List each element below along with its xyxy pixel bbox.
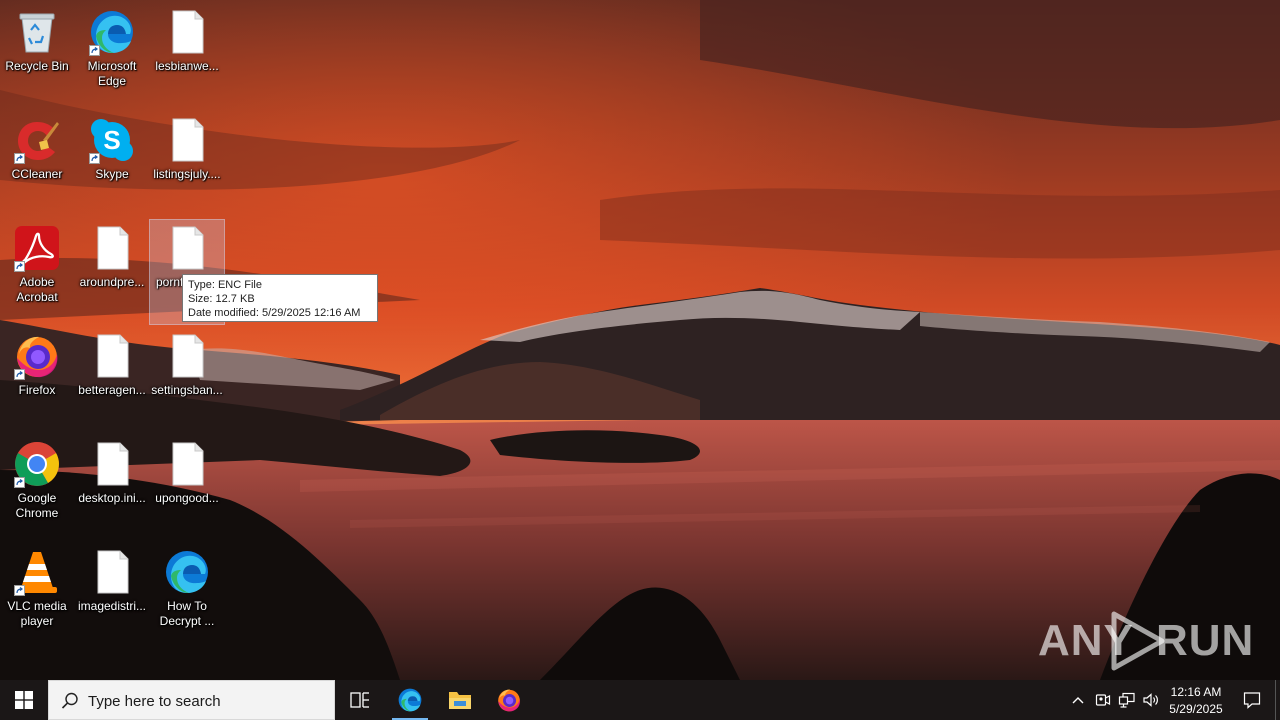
search-icon (61, 692, 78, 709)
tooltip-date-modified: Date modified: 5/29/2025 12:16 AM (188, 307, 361, 319)
file-icon (163, 116, 211, 164)
edge-icon (398, 688, 422, 712)
svg-text:S: S (103, 125, 120, 155)
tray-volume-button[interactable] (1139, 680, 1163, 720)
desktop-icon-label: betteragen... (78, 383, 146, 397)
shortcut-arrow-icon (89, 45, 100, 56)
desktop-icon[interactable]: VLC media player (0, 544, 74, 648)
shortcut-arrow-icon (14, 369, 25, 380)
taskbar-search-box[interactable]: Type here to search (48, 680, 335, 720)
desktop-icon-label: How To Decrypt ... (159, 599, 215, 628)
desktop-icon[interactable]: Adobe Acrobat (0, 220, 74, 324)
desktop-icon[interactable]: settingsban... (150, 328, 224, 432)
taskbar-firefox-button[interactable] (485, 680, 533, 720)
desktop-icon-label: aroundpre... (79, 275, 145, 289)
tooltip-type: Type: ENC File (188, 279, 262, 291)
desktop-icon[interactable]: upongood... (150, 436, 224, 540)
taskbar-file-explorer-button[interactable] (436, 680, 484, 720)
desktop-icon[interactable]: listingsjuly.... (150, 112, 224, 216)
desktop-icon[interactable]: Recycle Bin (0, 4, 74, 108)
file-icon (88, 440, 136, 488)
desktop-icon-label: lesbianwe... (155, 59, 219, 73)
desktop-icon-label: imagedistri... (77, 599, 147, 613)
desktop-icon-label: CCleaner (11, 167, 63, 181)
show-hidden-icons-button[interactable] (1066, 680, 1090, 720)
tooltip-size: Size: 12.7 KB (188, 293, 255, 305)
vlc-icon (13, 548, 61, 596)
desktop-icon[interactable]: Microsoft Edge (75, 4, 149, 108)
desktop-icon[interactable]: desktop.ini... (75, 436, 149, 540)
edge-icon (163, 548, 211, 596)
taskbar: Type here to search 12:16 AM 5/29/2025 (0, 680, 1280, 720)
desktop-icon[interactable]: lesbianwe... (150, 4, 224, 108)
desktop-icon[interactable]: imagedistri... (75, 544, 149, 648)
file-icon (163, 440, 211, 488)
edge-icon (88, 8, 136, 56)
desktop-icon[interactable]: betteragen... (75, 328, 149, 432)
taskbar-edge-button[interactable] (386, 680, 434, 720)
desktop-icon-label: upongood... (155, 491, 219, 505)
task-view-icon (350, 692, 369, 708)
desktop-icon[interactable]: Firefox (0, 328, 74, 432)
skype-icon: S (88, 116, 136, 164)
file-icon (163, 332, 211, 380)
file-icon (163, 224, 211, 272)
acrobat-icon (13, 224, 61, 272)
shortcut-arrow-icon (14, 477, 25, 488)
desktop-icon-label: Skype (95, 167, 129, 181)
desktop-icon-label: Firefox (18, 383, 56, 397)
recycle-bin-icon (13, 8, 61, 56)
desktop-icon-label: listingsjuly.... (153, 167, 221, 181)
start-button[interactable] (0, 680, 48, 720)
file-icon (163, 8, 211, 56)
chevron-up-icon (1072, 697, 1084, 704)
search-placeholder: Type here to search (88, 693, 221, 710)
file-icon (88, 224, 136, 272)
windows-logo-icon (15, 691, 33, 709)
desktop-icon-label: settingsban... (151, 383, 223, 397)
desktop-icon-label: VLC media player (7, 599, 67, 628)
anyrun-watermark: ANY RUN (1038, 610, 1253, 674)
action-center-button[interactable] (1232, 680, 1272, 720)
file-icon (88, 332, 136, 380)
file-explorer-icon (449, 692, 471, 709)
taskbar-clock[interactable]: 12:16 AM 5/29/2025 (1164, 683, 1228, 718)
show-desktop-button[interactable] (1275, 680, 1280, 720)
desktop-icon[interactable]: Google Chrome (0, 436, 74, 540)
shortcut-arrow-icon (14, 261, 25, 272)
chrome-icon (13, 440, 61, 488)
file-icon (88, 548, 136, 596)
tray-network-button[interactable] (1115, 680, 1139, 720)
shortcut-arrow-icon (89, 153, 100, 164)
desktop-icon-label: Recycle Bin (5, 59, 69, 73)
notification-icon (1243, 692, 1261, 709)
desktop-icon[interactable]: How To Decrypt ... (150, 544, 224, 648)
shortcut-arrow-icon (14, 153, 25, 164)
clock-time: 12:16 AM (1170, 685, 1222, 699)
volume-icon (1143, 693, 1158, 707)
desktop-icon[interactable]: aroundpre... (75, 220, 149, 324)
desktop-icon-label: desktop.ini... (78, 491, 146, 505)
file-tooltip: Type: ENC File Size: 12.7 KB Date modifi… (182, 274, 378, 322)
firefox-icon (498, 689, 521, 712)
clock-date: 5/29/2025 (1169, 702, 1223, 716)
task-view-button[interactable] (338, 680, 382, 720)
watermark-right-text: RUN (1156, 616, 1255, 665)
desktop-icon[interactable]: S Skype (75, 112, 149, 216)
tray-meet-now-button[interactable] (1091, 680, 1115, 720)
desktop-icon[interactable]: CCleaner (0, 112, 74, 216)
meet-now-icon (1095, 694, 1111, 706)
desktop-icon-label: Google Chrome (15, 491, 59, 520)
network-icon (1118, 692, 1135, 708)
desktop-icon-label: Adobe Acrobat (16, 275, 58, 304)
ccleaner-icon (13, 116, 61, 164)
desktop-icon-label: Microsoft Edge (87, 59, 137, 88)
shortcut-arrow-icon (14, 585, 25, 596)
firefox-icon (13, 332, 61, 380)
